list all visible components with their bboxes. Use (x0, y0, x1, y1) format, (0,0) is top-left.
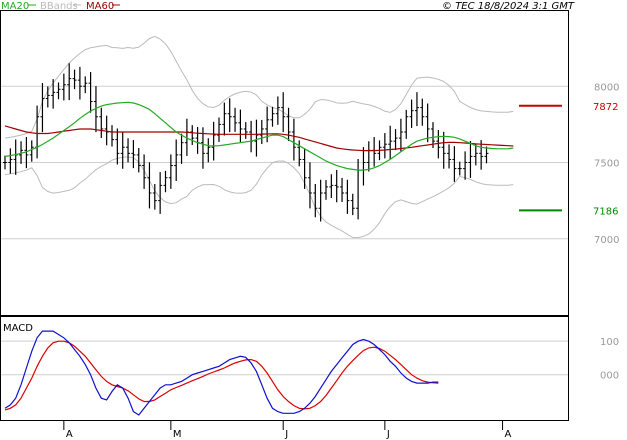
copyright-text: © TEC 18/8/2024 3:1 GMT (442, 1, 575, 12)
chart: MA20 BBands MA60 © TEC 18/8/2024 3:1 GMT… (0, 0, 627, 440)
macd-panel (0, 316, 569, 421)
x-tick-label: J (386, 429, 390, 440)
price-y-tick-label: 7500 (594, 159, 619, 170)
legend-label-ma60: MA60 (86, 1, 114, 12)
y-axis-labels: 8000 7500 7000 100 000 (594, 82, 619, 381)
x-tick-label: M (173, 429, 182, 440)
legend-label-ma20: MA20 (1, 1, 29, 12)
price-y-tick-label: 7000 (594, 235, 619, 246)
level-marker-label: 7186 (593, 206, 618, 217)
x-tick-label: J (284, 429, 288, 440)
x-tick-label: A (66, 429, 73, 440)
level-marker-label: 7872 (593, 102, 618, 113)
macd-y-tick-label: 100 (600, 337, 619, 348)
macd-y-tick-label: 000 (600, 371, 619, 382)
price-y-tick-label: 8000 (594, 82, 619, 93)
macd-title: MACD (3, 323, 33, 334)
x-tick-label: A (505, 429, 512, 440)
x-axis: AMJJA (63, 420, 512, 440)
legend: MA20 BBands MA60 (1, 1, 120, 12)
chart-svg: MA20 BBands MA60 © TEC 18/8/2024 3:1 GMT… (0, 1, 619, 440)
legend-label-bbands: BBands (40, 1, 78, 12)
